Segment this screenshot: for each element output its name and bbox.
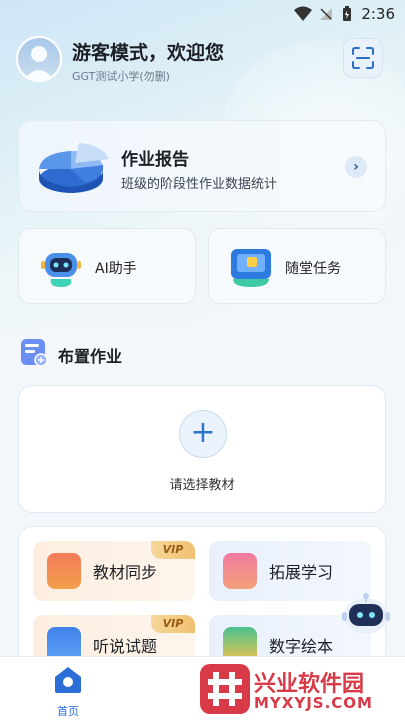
digital-picture-book-label: 数字绘本 xyxy=(269,637,334,656)
section-title: 布置作业 xyxy=(58,347,123,366)
pie-chart-icon xyxy=(39,143,109,193)
school-name: GGT测试小学(勿删) xyxy=(72,70,170,83)
tab-home[interactable]: 首页 xyxy=(46,665,90,718)
textbook-sync-icon xyxy=(47,553,81,589)
homework-report-card[interactable]: 作业报告 班级的阶段性作业数据统计 › xyxy=(18,120,386,212)
tab-home-label: 首页 xyxy=(57,705,79,718)
ai-assistant-label: AI助手 xyxy=(95,261,137,277)
greeting-title: 游客模式，欢迎您 xyxy=(72,42,225,64)
avatar[interactable] xyxy=(16,36,62,82)
assign-homework-section: 布置作业 xyxy=(20,338,122,372)
user-icon xyxy=(24,46,54,80)
extended-learning-icon xyxy=(223,553,257,589)
task-board-icon xyxy=(231,249,271,287)
textbook-picker[interactable]: + 请选择教材 xyxy=(18,385,386,513)
status-bar: 2:36 xyxy=(0,0,405,28)
report-subtitle: 班级的阶段性作业数据统计 xyxy=(121,177,278,192)
listening-speaking-label: 听说试题 xyxy=(93,637,158,656)
watermark-logo-icon xyxy=(200,664,250,714)
battery-icon xyxy=(343,6,351,21)
scan-icon xyxy=(352,47,374,69)
status-time: 2:36 xyxy=(361,5,395,23)
home-icon xyxy=(55,667,81,693)
class-task-button[interactable]: 随堂任务 xyxy=(208,228,386,304)
wifi-icon xyxy=(294,6,312,21)
feature-grid: 教材同步 VIP 拓展学习 听说试题 VIP 数字绘本 xyxy=(18,526,386,666)
textbook-sync-tile[interactable]: 教材同步 VIP xyxy=(33,541,195,601)
textbook-picker-label: 请选择教材 xyxy=(169,478,235,493)
add-textbook-icon[interactable]: + xyxy=(179,410,227,458)
extended-learning-label: 拓展学习 xyxy=(269,563,334,582)
robot-icon xyxy=(41,253,81,287)
homework-icon xyxy=(21,339,48,367)
ai-assistant-button[interactable]: AI助手 xyxy=(18,228,196,304)
scan-button[interactable] xyxy=(343,38,383,78)
signal-off-icon xyxy=(320,8,332,20)
report-title: 作业报告 xyxy=(121,150,189,170)
floating-robot-icon[interactable] xyxy=(340,588,392,640)
textbook-sync-label: 教材同步 xyxy=(93,563,158,582)
class-task-label: 随堂任务 xyxy=(285,261,341,277)
watermark: 兴业软件园 MYXYJS.COM xyxy=(196,660,405,716)
user-header: 游客模式，欢迎您 GGT测试小学(勿删) xyxy=(16,34,391,94)
vip-badge: VIP xyxy=(151,615,195,633)
chevron-right-icon[interactable]: › xyxy=(345,156,367,178)
vip-badge: VIP xyxy=(151,541,195,559)
watermark-domain: MYXYJS.COM xyxy=(254,694,373,712)
